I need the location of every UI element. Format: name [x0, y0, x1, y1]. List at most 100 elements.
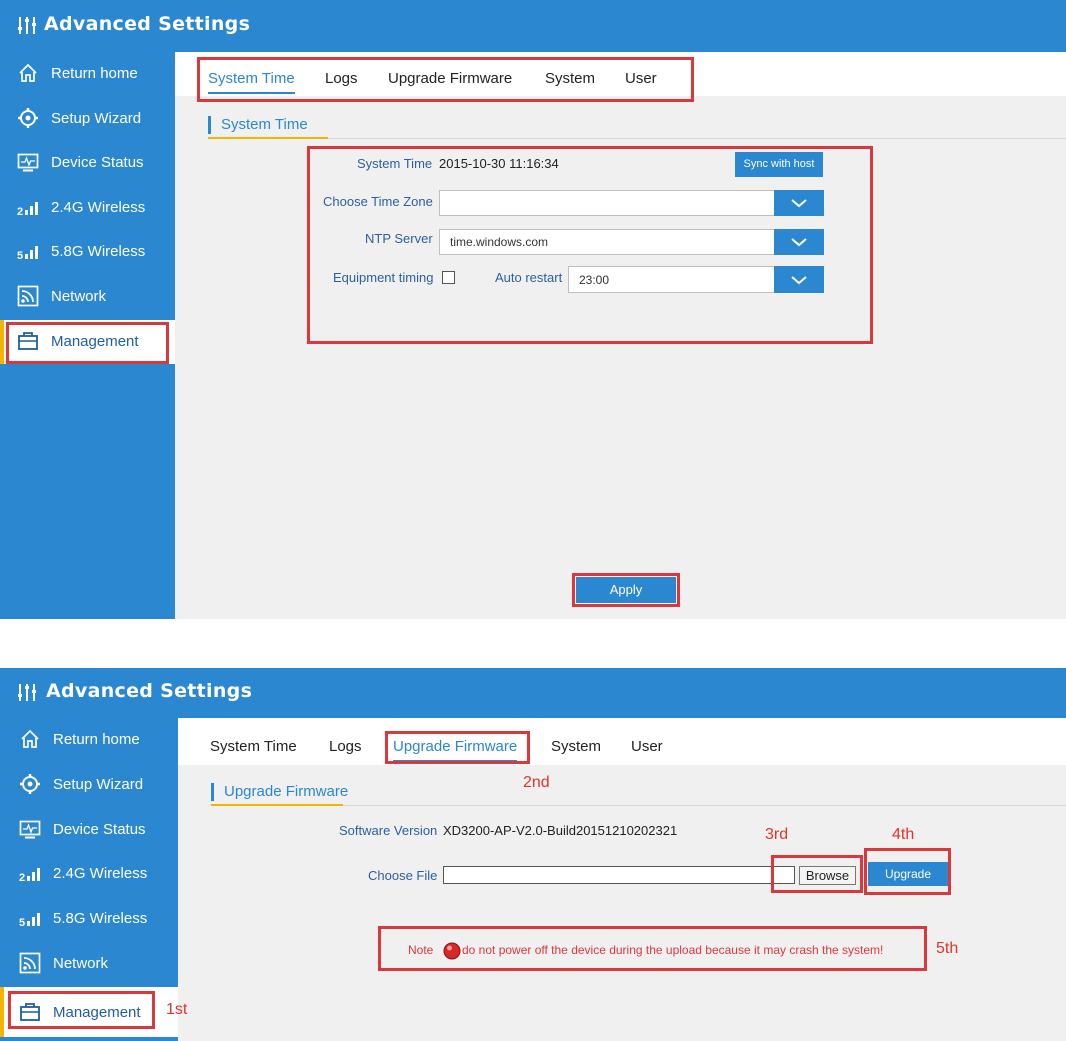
- sidebar: Return home Setup Wizard Device Status 2…: [0, 718, 178, 1041]
- sidebar-item-management[interactable]: Management: [0, 987, 178, 1037]
- tab-logs[interactable]: Logs: [325, 70, 358, 87]
- svg-text:5: 5: [17, 250, 23, 262]
- sidebar-item-5-8g-wireless[interactable]: 5 5.8G Wireless: [0, 230, 175, 274]
- tab-upgrade-firmware[interactable]: Upgrade Firmware: [388, 70, 512, 87]
- note-text: do not power off the device during the u…: [462, 943, 884, 957]
- sidebar-item-label: Setup Wizard: [53, 776, 144, 793]
- ntp-server-select[interactable]: time.windows.com: [439, 229, 824, 255]
- toolbox-icon: [20, 1003, 40, 1021]
- auto-restart-dropdown-button[interactable]: [774, 266, 824, 293]
- signal-icon: 2: [19, 868, 40, 884]
- system-time-screen: Advanced Settings Return home Setup Wiza…: [0, 0, 1066, 619]
- sidebar: Return home Setup Wizard Device Status 2…: [0, 52, 175, 619]
- gear-icon: [18, 108, 38, 128]
- software-version-label: Software Version: [339, 823, 438, 838]
- sidebar-item-2-4g-wireless[interactable]: 2 2.4G Wireless: [0, 186, 175, 230]
- sidebar-item-label: 2.4G Wireless: [51, 199, 146, 216]
- tab-bar: System Time Logs Upgrade Firmware System…: [178, 718, 1066, 765]
- sidebar-item-label: Network: [53, 955, 109, 972]
- section-underline: [211, 804, 343, 806]
- sidebar-item-label: Return home: [53, 731, 140, 748]
- software-version-value: XD3200-AP-V2.0-Build20151210202321: [443, 823, 678, 838]
- warning-dot-icon: [443, 942, 461, 960]
- monitor-icon: [17, 153, 39, 172]
- network-icon: [19, 952, 41, 974]
- section-underline: [208, 137, 328, 139]
- annotation-step-1: 1st: [166, 1001, 188, 1018]
- gear-icon: [20, 774, 40, 794]
- sidebar-item-setup-wizard[interactable]: Setup Wizard: [0, 97, 175, 141]
- equipment-timing-label: Equipment timing: [333, 270, 434, 285]
- monitor-icon: [19, 820, 41, 839]
- svg-text:2: 2: [17, 206, 23, 218]
- section-divider: [208, 138, 1066, 139]
- sidebar-item-network[interactable]: Network: [0, 275, 175, 319]
- annotation-step-4: 4th: [892, 826, 915, 843]
- home-icon: [19, 63, 37, 82]
- section-title: Upgrade Firmware: [211, 783, 348, 801]
- app-title: Advanced Settings: [46, 680, 253, 702]
- home-icon: [21, 729, 39, 748]
- file-path-field[interactable]: [443, 866, 795, 884]
- sidebar-item-label: 2.4G Wireless: [53, 865, 148, 882]
- sidebar-item-label: Management: [53, 1004, 141, 1021]
- sidebar-item-label: Device Status: [53, 821, 146, 838]
- header-bar: Advanced Settings: [0, 668, 1066, 718]
- network-icon: [17, 285, 39, 307]
- sidebar-item-return-home[interactable]: Return home: [0, 718, 178, 762]
- sidebar-item-label: Device Status: [51, 154, 144, 171]
- upgrade-button[interactable]: Upgrade: [868, 862, 948, 886]
- signal-icon: 2: [17, 202, 38, 218]
- sidebar-item-label: Setup Wizard: [51, 110, 142, 127]
- header-bar: Advanced Settings: [0, 0, 1066, 52]
- sidebar-item-device-status[interactable]: Device Status: [0, 141, 175, 185]
- tab-upgrade-firmware[interactable]: Upgrade Firmware: [393, 738, 518, 762]
- signal-icon: 5: [19, 913, 40, 929]
- tab-system-time[interactable]: System Time: [210, 738, 297, 755]
- signal-icon: 5: [17, 246, 38, 262]
- toolbox-icon: [18, 332, 38, 350]
- sidebar-item-device-status[interactable]: Device Status: [0, 808, 178, 852]
- sidebar-item-5-8g-wireless[interactable]: 5 5.8G Wireless: [0, 897, 178, 941]
- annotation-step-5: 5th: [936, 940, 959, 957]
- tab-system[interactable]: System: [545, 70, 595, 87]
- auto-restart-select[interactable]: 23:00: [568, 266, 824, 293]
- browse-button[interactable]: Browse: [799, 866, 856, 885]
- equipment-timing-checkbox[interactable]: [442, 271, 455, 284]
- upgrade-firmware-screen: Advanced Settings Return home Setup Wiza…: [0, 668, 1066, 1041]
- timezone-label: Choose Time Zone: [323, 194, 433, 209]
- tab-user[interactable]: User: [631, 738, 663, 755]
- chevron-down-icon: [791, 238, 807, 247]
- auto-restart-value: 23:00: [579, 273, 610, 287]
- auto-restart-label: Auto restart: [495, 270, 563, 285]
- sidebar-item-setup-wizard[interactable]: Setup Wizard: [0, 763, 178, 807]
- tab-system-time[interactable]: System Time: [208, 70, 295, 94]
- chevron-down-icon: [791, 199, 807, 208]
- sliders-icon: [18, 684, 36, 701]
- sidebar-item-management[interactable]: Management: [0, 320, 175, 364]
- chevron-down-icon: [791, 276, 807, 285]
- sidebar-item-2-4g-wireless[interactable]: 2 2.4G Wireless: [0, 852, 178, 896]
- sidebar-item-network[interactable]: Network: [0, 942, 178, 986]
- sidebar-item-return-home[interactable]: Return home: [0, 52, 175, 96]
- timezone-dropdown-button[interactable]: [774, 190, 824, 216]
- sidebar-item-label: Return home: [51, 65, 138, 82]
- section-title: System Time: [208, 116, 308, 134]
- sidebar-item-label: 5.8G Wireless: [53, 910, 148, 927]
- ntp-server-value: time.windows.com: [450, 235, 549, 249]
- ntp-dropdown-button[interactable]: [774, 229, 824, 255]
- sidebar-item-label: Management: [51, 333, 139, 350]
- timezone-select[interactable]: [439, 190, 824, 216]
- sync-with-host-button[interactable]: Sync with host: [735, 152, 823, 177]
- annotation-step-2: 2nd: [523, 774, 550, 791]
- sidebar-item-label: 5.8G Wireless: [51, 243, 146, 260]
- tab-user[interactable]: User: [625, 70, 657, 87]
- tab-system[interactable]: System: [551, 738, 601, 755]
- system-time-value: 2015-10-30 11:16:34: [439, 156, 559, 171]
- sidebar-item-label: Network: [51, 288, 107, 305]
- system-time-label: System Time: [357, 156, 433, 171]
- tab-logs[interactable]: Logs: [329, 738, 362, 755]
- tab-bar: System Time Logs Upgrade Firmware System…: [175, 52, 1066, 96]
- app-title: Advanced Settings: [44, 13, 251, 35]
- apply-button[interactable]: Apply: [576, 577, 676, 603]
